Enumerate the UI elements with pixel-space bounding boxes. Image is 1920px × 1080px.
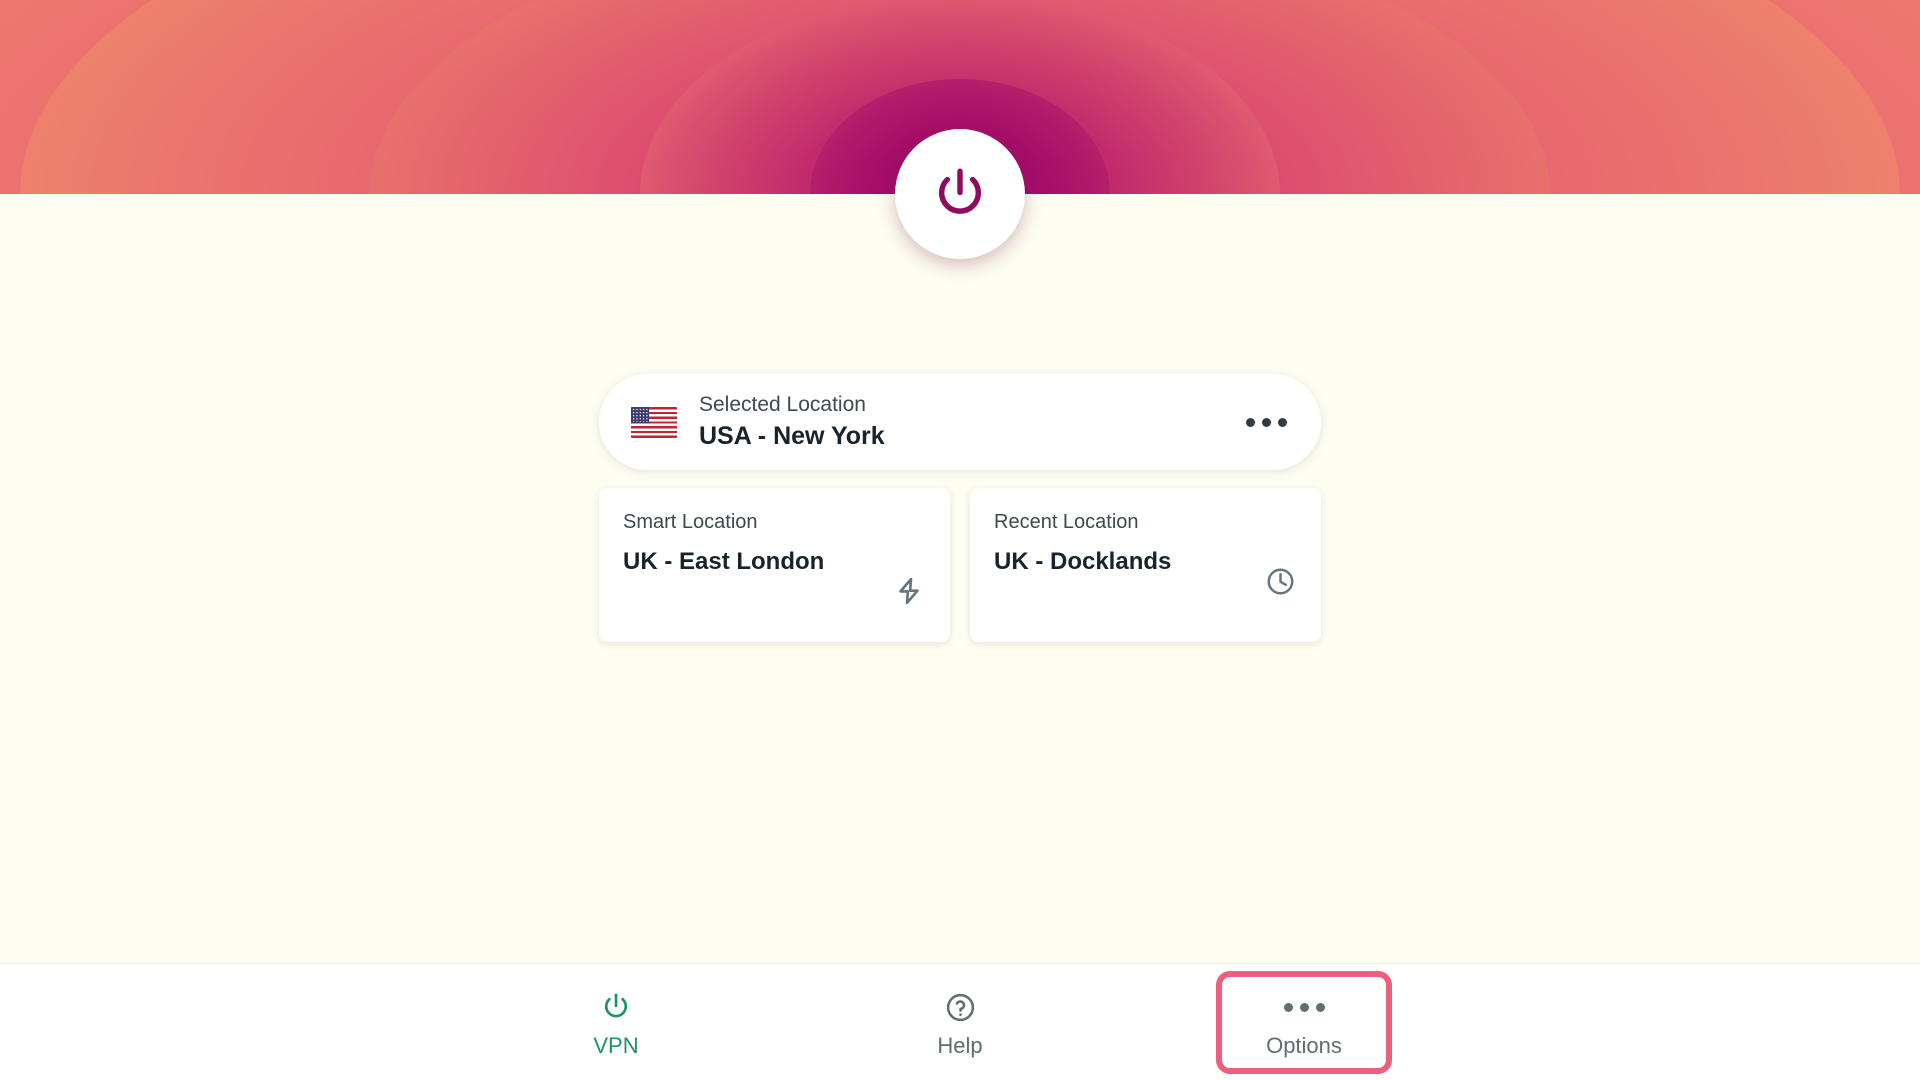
selected-location-label: Selected Location [699, 393, 866, 417]
recent-location-card[interactable]: Recent Location UK - Docklands [970, 488, 1321, 642]
quick-location-row: Smart Location UK - East London Recent L… [599, 488, 1321, 642]
smart-location-card[interactable]: Smart Location UK - East London [599, 488, 950, 642]
power-icon [599, 987, 633, 1027]
selected-location-card[interactable]: Selected Location USA - New York [599, 374, 1321, 470]
clock-icon [1263, 564, 1297, 598]
recent-location-label: Recent Location [994, 511, 1139, 533]
location-cards: Selected Location USA - New York Smart L… [599, 374, 1321, 642]
nav-label-options: Options [1266, 1033, 1342, 1058]
power-toggle-button[interactable] [895, 129, 1025, 259]
ellipsis-icon [1283, 987, 1325, 1027]
us-flag-icon [631, 406, 677, 438]
selected-location-text: Selected Location USA - New York [699, 393, 1242, 451]
lightning-bolt-icon [892, 574, 926, 608]
nav-item-vpn[interactable]: VPN [444, 964, 788, 1080]
ellipsis-icon-dot [1299, 1002, 1309, 1012]
main-content: Selected Location USA - New York Smart L… [0, 194, 1920, 963]
power-icon [929, 163, 991, 225]
smart-location-label: Smart Location [623, 511, 758, 533]
ellipsis-icon-dot [1283, 1002, 1293, 1012]
nav-item-options[interactable]: Options [1216, 970, 1392, 1074]
ellipsis-icon-dot [1278, 417, 1287, 427]
recent-location-value: UK - Docklands [994, 548, 1172, 575]
nav-label-help: Help [937, 1033, 983, 1058]
selected-location-menu-button[interactable] [1242, 408, 1291, 437]
ellipsis-icon-dot [1246, 417, 1255, 427]
selected-location-value: USA - New York [699, 422, 885, 451]
ellipsis-icon-dot [1262, 417, 1271, 427]
nav-label-vpn: VPN [593, 1033, 639, 1058]
ellipsis-icon-dot [1315, 1002, 1325, 1012]
smart-location-value: UK - East London [623, 548, 825, 575]
nav-item-help[interactable]: Help [788, 964, 1132, 1080]
bottom-navigation: VPN Help Options [0, 963, 1920, 1080]
question-circle-icon [944, 987, 977, 1027]
